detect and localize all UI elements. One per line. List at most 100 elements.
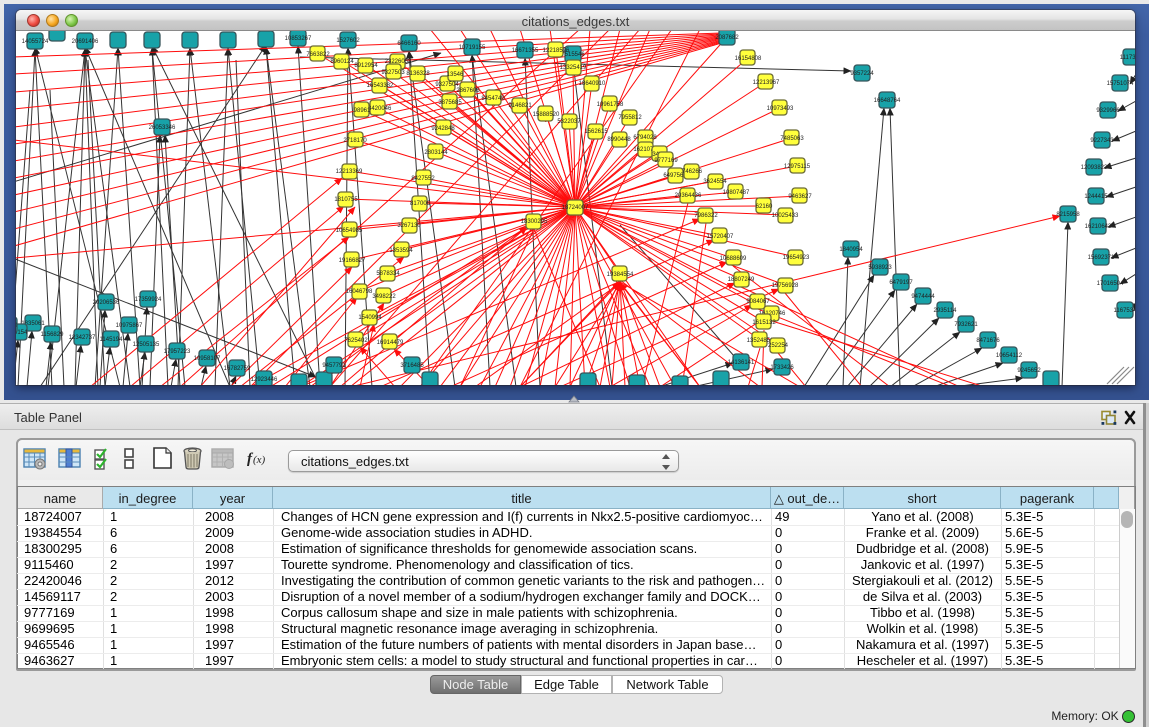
svg-text:7932621: 7932621 [954,322,978,328]
svg-text:9777169: 9777169 [654,158,678,164]
svg-text:13325419: 13325419 [560,65,587,71]
svg-text:10719155: 10719155 [459,45,486,51]
svg-text:17359924: 17359924 [135,297,162,303]
svg-text:13546: 13546 [447,72,464,78]
svg-text:5322037: 5322037 [557,119,581,125]
svg-text:15888520: 15888520 [533,112,560,118]
svg-text:6794028: 6794028 [633,135,657,141]
svg-text:7986322: 7986322 [694,213,718,219]
svg-text:39154: 39154 [16,330,28,336]
svg-text:12218596: 12218596 [543,48,570,54]
svg-text:1527602: 1527602 [336,38,360,44]
svg-text:6466160: 6466160 [397,41,421,47]
svg-text:9357224: 9357224 [850,71,874,77]
svg-text:1353594: 1353594 [389,248,413,254]
svg-text:8136328: 8136328 [406,71,430,77]
svg-text:10973493: 10973493 [767,106,794,112]
svg-text:12923446: 12923446 [251,377,278,383]
svg-text:16154808: 16154808 [735,56,762,62]
svg-text:12505135: 12505135 [133,342,160,348]
svg-text:3267130: 3267130 [397,223,421,229]
svg-text:10688609: 10688609 [720,256,747,262]
svg-text:8471676: 8471676 [976,338,1000,344]
svg-text:1810755: 1810755 [334,197,358,203]
svg-text:3875685: 3875685 [438,100,462,106]
svg-text:9329966: 9329966 [1096,108,1120,114]
svg-text:1733426: 1733426 [770,365,794,371]
svg-text:20691406: 20691406 [72,39,99,45]
svg-text:7955812: 7955812 [618,115,642,121]
svg-text:9227343: 9227343 [1090,138,1114,144]
svg-text:10807487: 10807487 [723,190,750,196]
svg-text:10654985: 10654985 [336,228,363,234]
svg-text:17016504: 17016504 [1097,281,1124,287]
svg-text:2803144: 2803144 [424,150,448,156]
svg-text:9463627: 9463627 [788,194,812,200]
svg-text:7625402: 7625402 [344,338,368,344]
svg-text:9245652: 9245652 [1017,368,1041,374]
svg-text:9242848: 9242848 [431,126,455,132]
svg-text:15751074: 15751074 [1107,81,1134,87]
svg-text:817006: 817006 [410,201,431,207]
svg-text:8990448: 8990448 [607,137,631,143]
svg-text:18640910: 18640910 [579,81,606,87]
svg-text:12093823: 12093823 [1081,165,1108,171]
svg-text:18724007: 18724007 [562,205,589,211]
svg-text:15720407: 15720407 [707,234,734,240]
svg-text:14055724: 14055724 [22,39,49,45]
svg-text:16046798: 16046798 [346,289,373,295]
svg-text:19756928: 19756928 [772,283,799,289]
svg-text:17957223: 17957223 [164,349,191,355]
svg-text:10654112: 10654112 [996,353,1023,359]
svg-text:1145194: 1145194 [100,337,124,343]
svg-text:7663822: 7663822 [306,52,330,58]
svg-text:15692371: 15692371 [1088,255,1115,261]
svg-text:1562615: 1562615 [584,129,608,135]
svg-text:9146821: 9146821 [508,103,532,109]
svg-text:2718170: 2718170 [343,138,367,144]
svg-text:1540994: 1540994 [358,315,382,321]
svg-text:16914479: 16914479 [377,340,404,346]
svg-text:2087682: 2087682 [715,35,739,41]
svg-text:6479197: 6479197 [889,280,913,286]
svg-text:10025433: 10025433 [772,213,799,219]
svg-text:9474444: 9474444 [911,294,935,300]
svg-text:1156829: 1156829 [41,332,65,338]
svg-text:3716485: 3716485 [400,363,424,369]
svg-text:18300295: 18300295 [521,219,548,225]
svg-text:19166827: 19166827 [339,258,366,264]
svg-text:16210643: 16210643 [1085,224,1112,230]
svg-text:19654923: 19654923 [783,255,810,261]
svg-text:1117304: 1117304 [1120,55,1135,61]
svg-text:26053346: 26053346 [149,125,176,131]
svg-text:5878334: 5878334 [376,271,400,277]
svg-text:1244415: 1244415 [1084,194,1108,200]
svg-text:1167534: 1167534 [1114,308,1135,314]
svg-text:2867608: 2867608 [456,88,480,94]
svg-text:20206536: 20206536 [93,300,120,306]
svg-text:8454749: 8454749 [481,96,505,102]
svg-text:1615132: 1615132 [752,320,776,326]
svg-text:20364436: 20364436 [675,193,702,199]
svg-text:2935114: 2935114 [934,308,958,314]
svg-text:16648764: 16648764 [874,98,901,104]
svg-text:(x): (x) [253,454,266,466]
svg-text:12342737: 12342737 [69,335,96,341]
svg-text:8427552: 8427552 [411,176,435,182]
svg-text:62160: 62160 [756,204,773,210]
svg-text:12975115: 12975115 [784,164,811,170]
svg-text:5938923: 5938923 [868,265,892,271]
svg-text:10958107: 10958107 [194,356,221,362]
svg-text:16671355: 16671355 [512,48,539,54]
svg-text:18807249: 18807249 [728,277,755,283]
svg-text:7485063: 7485063 [780,136,804,142]
svg-text:14136141: 14136141 [728,360,755,366]
svg-text:98961: 98961 [354,108,371,114]
svg-text:16543382: 16543382 [367,83,394,89]
svg-text:16782759: 16782759 [224,366,251,372]
svg-text:3498222: 3498222 [372,294,396,300]
svg-text:12213967: 12213967 [753,80,780,86]
svg-text:8912954: 8912954 [354,63,378,69]
svg-text:10961758: 10961758 [597,102,624,108]
svg-text:3624554: 3624554 [703,179,727,185]
